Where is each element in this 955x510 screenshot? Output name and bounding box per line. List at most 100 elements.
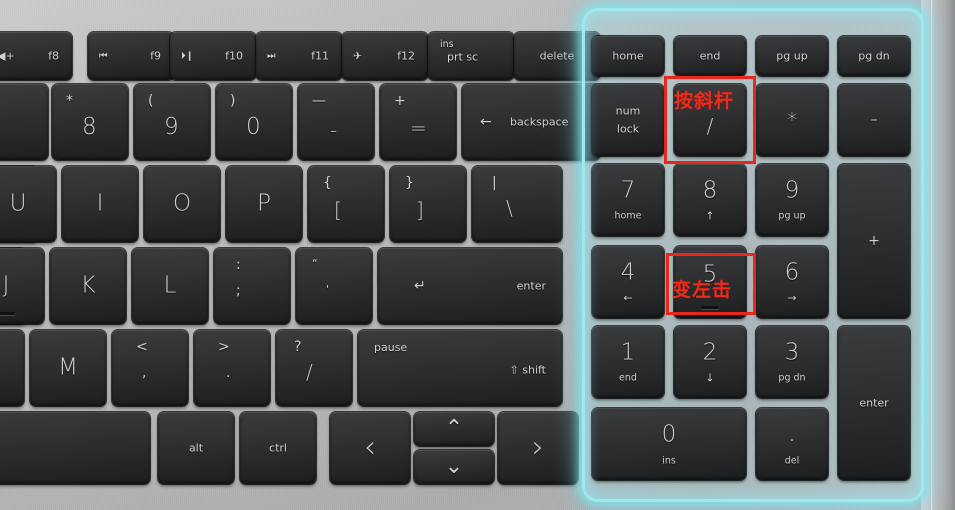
- key-period[interactable]: > .: [194, 330, 270, 406]
- key-n[interactable]: [0, 330, 24, 406]
- numpad-key-numlock[interactable]: num lock: [592, 84, 664, 156]
- key-f12[interactable]: ✈ f12: [342, 32, 428, 80]
- numpad-key-end[interactable]: end: [674, 36, 746, 76]
- numpad-key-0[interactable]: 0 ins: [592, 408, 746, 480]
- numpad-4-base: 4: [620, 259, 636, 286]
- numpad-4-sub: ←: [623, 291, 633, 305]
- key-o-base: O: [172, 190, 192, 217]
- keyboard-photo: ◀+ f8 ⏮ f9 ⏵❙ f10 ⏭ f11 ✈ f12 ins prt sc…: [0, 0, 955, 510]
- key-prtsc-label: prt sc: [447, 50, 479, 64]
- numpad-key-multiply[interactable]: *: [756, 84, 828, 156]
- next-track-icon: ⏭: [267, 50, 276, 62]
- key-8-shift: *: [66, 93, 73, 109]
- key-bracket-right[interactable]: } ]: [390, 166, 466, 242]
- key-delete[interactable]: delete: [514, 32, 600, 80]
- key-arrow-down[interactable]: ⌄: [414, 450, 494, 484]
- key-enter-label: enter: [516, 279, 546, 293]
- numpad-pgup-label: pg up: [776, 49, 808, 63]
- key-arrow-right[interactable]: ›: [498, 412, 578, 484]
- key-f12-label: f12: [397, 49, 415, 63]
- numpad-2-base: 2: [702, 339, 718, 366]
- key-k[interactable]: K: [50, 248, 126, 324]
- numpad-9-sub: pg up: [778, 210, 806, 222]
- key-ctrl[interactable]: ctrl: [240, 412, 316, 484]
- key-semicolon-shift: :: [236, 257, 241, 273]
- numpad-6-base: 6: [784, 259, 800, 286]
- key-i-base: I: [96, 190, 104, 217]
- numpad-enter-label: enter: [859, 396, 889, 410]
- key-comma[interactable]: < ,: [112, 330, 188, 406]
- key-enter[interactable]: ↵ enter: [378, 248, 562, 324]
- numpad-home-label: home: [612, 49, 644, 63]
- numpad-key-9[interactable]: 9 pg up: [756, 164, 828, 236]
- key-9[interactable]: ( 9: [134, 84, 210, 160]
- numpad-key-add[interactable]: +: [838, 164, 910, 318]
- key-m[interactable]: M: [30, 330, 106, 406]
- key-8[interactable]: * 8: [52, 84, 128, 160]
- numpad-subtract-base: –: [870, 112, 878, 128]
- key-i[interactable]: I: [62, 166, 138, 242]
- key-arrow-left[interactable]: ‹: [330, 412, 410, 484]
- key-bracket-left[interactable]: { [: [308, 166, 384, 242]
- key-backspace[interactable]: ← backspace: [462, 84, 600, 160]
- key-backslash[interactable]: | \: [472, 166, 562, 242]
- key-right-shift[interactable]: pause ⇧ shift: [358, 330, 562, 406]
- play-pause-icon: ⏵❙: [181, 50, 194, 62]
- numpad-key-1[interactable]: 1 end: [592, 326, 664, 398]
- home-row-bump-indicator: [0, 312, 15, 315]
- numpad-key-decimal[interactable]: . del: [756, 408, 828, 480]
- numpad-key-3[interactable]: 3 pg dn: [756, 326, 828, 398]
- arrow-down-icon: ⌄: [444, 454, 464, 479]
- key-semicolon[interactable]: : ;: [214, 248, 290, 324]
- key-f9[interactable]: ⏮ f9: [88, 32, 174, 80]
- key-quote[interactable]: “ ': [296, 248, 372, 324]
- key-k-base: K: [80, 272, 96, 299]
- key-backslash-base: \: [506, 196, 513, 220]
- numpad-key-enter[interactable]: enter: [838, 326, 910, 480]
- slash-annotation-text: 按斜杆: [674, 90, 735, 112]
- key-0[interactable]: ) 0: [216, 84, 292, 160]
- numpad-key-6[interactable]: 6 →: [756, 246, 828, 318]
- numpad-key-2[interactable]: 2 ↓: [674, 326, 746, 398]
- numpad-7-sub: home: [614, 210, 642, 222]
- numpad-key-subtract[interactable]: –: [838, 84, 910, 156]
- numpad-key-home[interactable]: home: [592, 36, 664, 76]
- numpad-key-pgdn[interactable]: pg dn: [838, 36, 910, 76]
- numpad-key-4[interactable]: 4 ←: [592, 246, 664, 318]
- key-minus[interactable]: — -: [298, 84, 374, 160]
- key-f10[interactable]: ⏵❙ f10: [170, 32, 256, 80]
- numpad-3-base: 3: [784, 339, 800, 366]
- key-print-screen[interactable]: ins prt sc: [428, 32, 514, 80]
- key-equals[interactable]: + =: [380, 84, 456, 160]
- key-f10-label: f10: [225, 49, 243, 63]
- key-o[interactable]: O: [144, 166, 220, 242]
- key-f8[interactable]: ◀+ f8: [0, 32, 72, 80]
- key-p[interactable]: P: [226, 166, 302, 242]
- key-f11-label: f11: [311, 49, 329, 63]
- key-j[interactable]: J: [0, 248, 44, 324]
- key-l[interactable]: L: [132, 248, 208, 324]
- key-slash[interactable]: ? /: [276, 330, 352, 406]
- key-prtsc-sublabel: ins: [440, 39, 454, 50]
- key-spacebar[interactable]: [0, 412, 150, 484]
- key-backslash-shift: |: [492, 175, 497, 191]
- numpad-key-8[interactable]: 8 ↑: [674, 164, 746, 236]
- key-quote-shift: “: [312, 257, 318, 270]
- key-7[interactable]: [0, 84, 48, 160]
- numpad-6-sub: →: [787, 291, 797, 305]
- numpad-2-sub: ↓: [705, 371, 715, 385]
- key-u[interactable]: U: [0, 166, 56, 242]
- key-bracket-left-shift: {: [323, 175, 332, 191]
- key-bracket-left-base: [: [334, 198, 342, 222]
- key-f9-label: f9: [150, 49, 161, 63]
- key-f11[interactable]: ⏭ f11: [256, 32, 342, 80]
- key-alt[interactable]: alt: [158, 412, 234, 484]
- key-arrow-up[interactable]: ⌃: [414, 412, 494, 446]
- arrow-right-icon: ›: [532, 430, 544, 465]
- numpad-home-bump-indicator: [701, 306, 719, 309]
- numpad-key-pgup[interactable]: pg up: [756, 36, 828, 76]
- numpad-key-7[interactable]: 7 home: [592, 164, 664, 236]
- numpad-1-base: 1: [620, 339, 636, 366]
- key-semicolon-base: ;: [236, 283, 241, 299]
- prev-track-icon: ⏮: [99, 50, 108, 62]
